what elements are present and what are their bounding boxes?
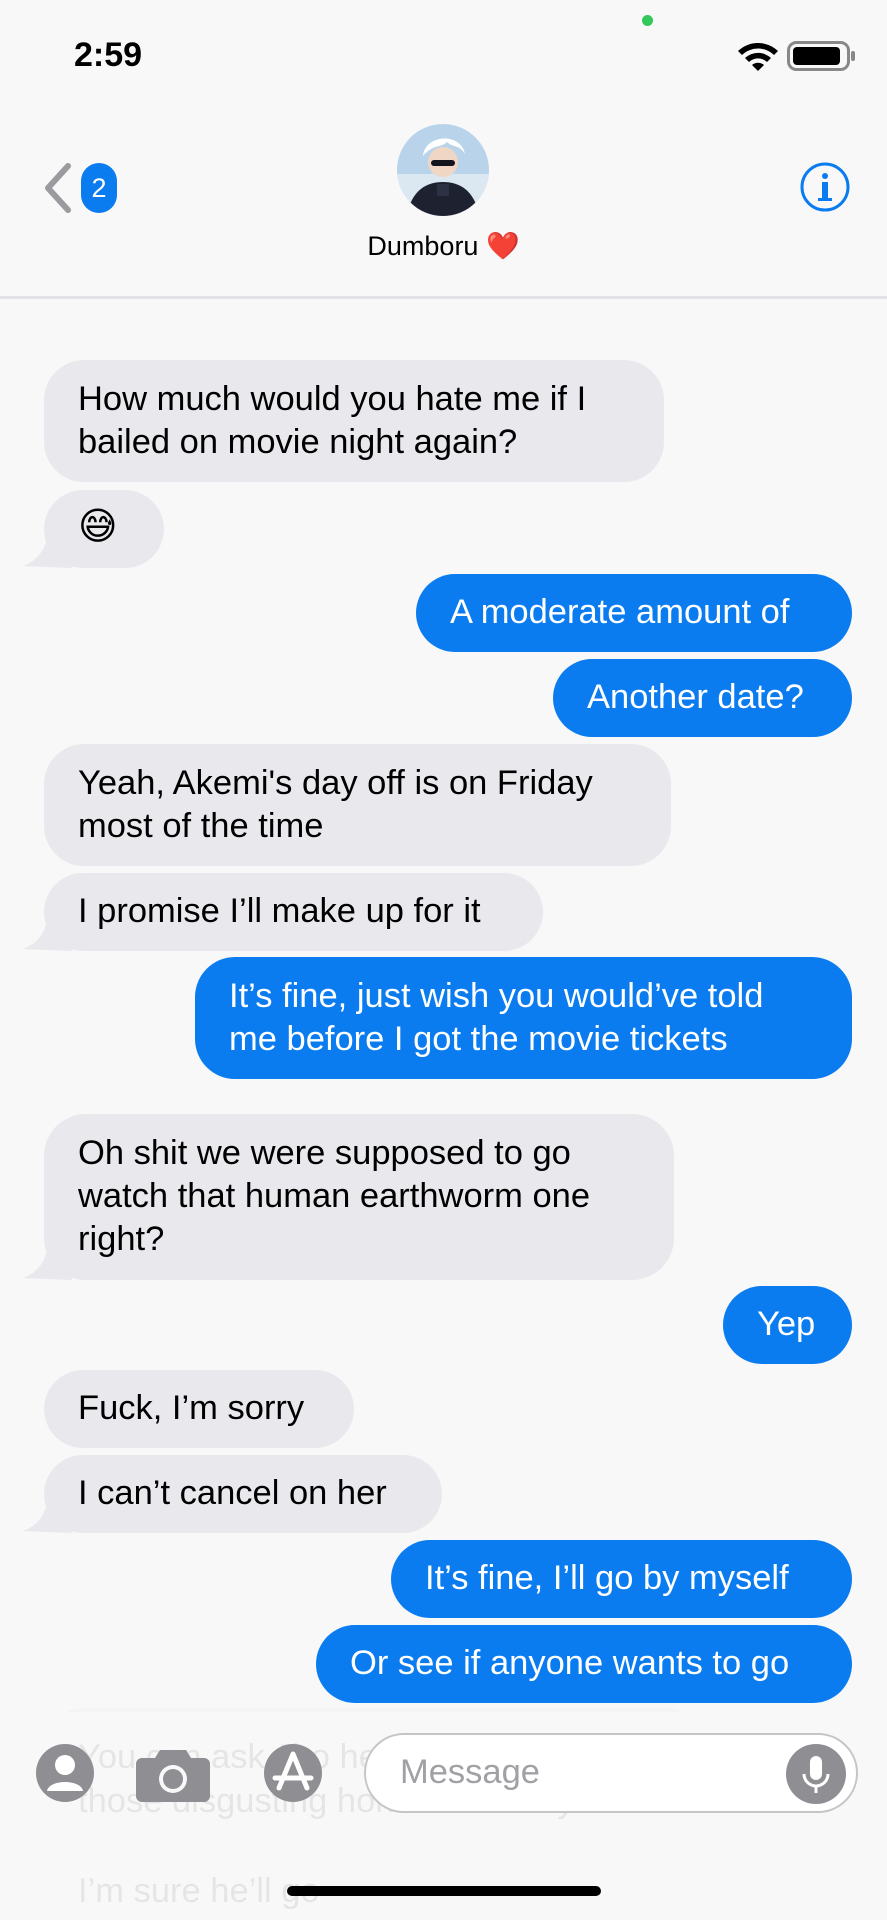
- message-bubble-outgoing[interactable]: Another date?: [553, 659, 852, 737]
- message-bubble-incoming[interactable]: I promise I’ll make up for it: [44, 873, 543, 951]
- message-input[interactable]: Message: [364, 1733, 858, 1813]
- status-bar: 2:59: [0, 0, 887, 110]
- camera-in-use-indicator: [642, 15, 653, 26]
- avatar[interactable]: [397, 124, 489, 216]
- message-bubble-outgoing[interactable]: A moderate amount of: [416, 574, 852, 652]
- info-icon[interactable]: [799, 161, 851, 213]
- back-chevron-icon: [45, 163, 71, 213]
- microphone-icon: [802, 1756, 830, 1793]
- bubble-tail: [22, 1501, 72, 1533]
- message-placeholder: Message: [400, 1753, 540, 1791]
- message-bubble-incoming[interactable]: Fuck, I’m sorry: [44, 1370, 354, 1448]
- appstore-icon[interactable]: [253, 1742, 333, 1804]
- battery-icon: [787, 41, 855, 71]
- message-bubble-outgoing[interactable]: Or see if anyone wants to go: [316, 1625, 852, 1703]
- contact-name[interactable]: Dumboru ❤️: [0, 230, 887, 262]
- obscured-message-text: I’m sure he’ll go: [78, 1872, 320, 1910]
- bubble-tail: [22, 1248, 72, 1280]
- message-bubble-incoming[interactable]: Oh shit we were supposed to go watch tha…: [44, 1114, 674, 1280]
- avatar-image: [397, 124, 489, 216]
- bubble-tail: [22, 919, 72, 951]
- home-indicator[interactable]: [287, 1886, 601, 1896]
- bubble-tail: [22, 536, 72, 568]
- microphone-button[interactable]: [786, 1744, 846, 1804]
- message-bubble-incoming[interactable]: How much would you hate me if I bailed o…: [44, 360, 664, 482]
- message-bubble-incoming[interactable]: I can’t cancel on her: [44, 1455, 442, 1533]
- status-time: 2:59: [74, 36, 143, 74]
- message-bubble-outgoing[interactable]: Yep: [723, 1286, 852, 1364]
- unread-count-badge[interactable]: 2: [81, 163, 117, 213]
- conversation-header: 2 Dumboru ❤️: [0, 110, 887, 299]
- message-bubble-outgoing[interactable]: It’s fine, I’ll go by myself: [391, 1540, 852, 1618]
- input-bar: You can ask Jiro he likes all those disg…: [0, 1712, 887, 1910]
- message-bubble-outgoing[interactable]: It’s fine, just wish you would’ve told m…: [195, 957, 852, 1079]
- message-bubble-incoming[interactable]: Yeah, Akemi's day off is on Friday most …: [44, 744, 671, 866]
- camera-icon[interactable]: [136, 1746, 210, 1802]
- wifi-icon: [738, 43, 778, 71]
- contacts-icon[interactable]: [34, 1742, 96, 1804]
